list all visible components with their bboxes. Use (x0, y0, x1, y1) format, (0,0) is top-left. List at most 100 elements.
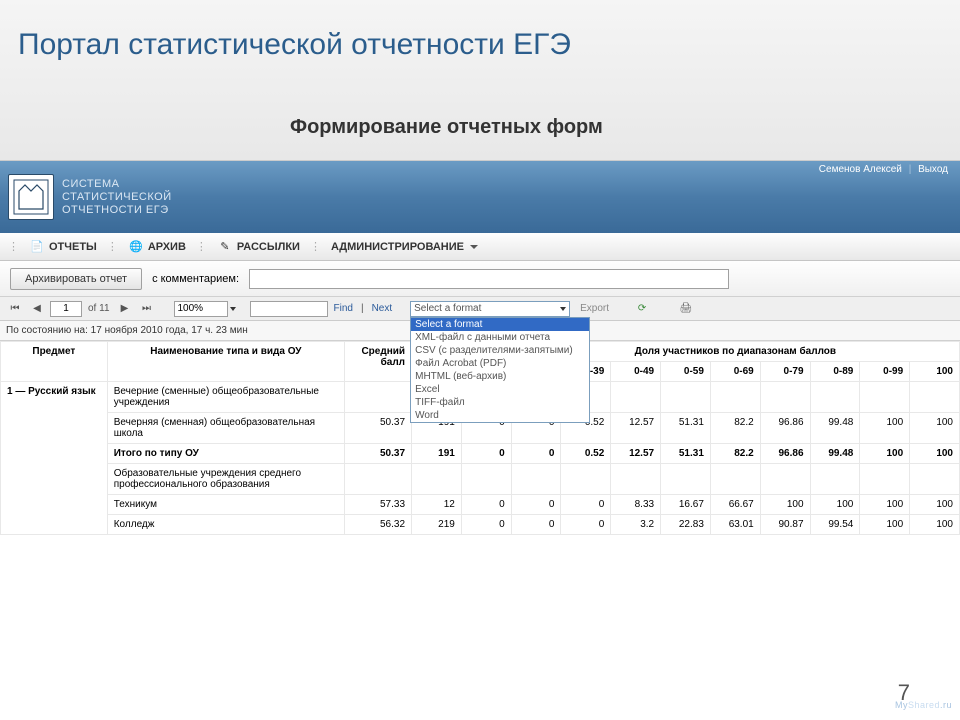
cell-value: 50.37 (344, 444, 411, 464)
cell-value: 12 (412, 495, 462, 515)
cell-value: 0 (511, 495, 561, 515)
find-input[interactable] (250, 301, 328, 317)
table-row: Образовательные учреждения среднего проф… (1, 464, 960, 495)
cell-value: 100 (860, 495, 910, 515)
cell-value: 16.67 (661, 495, 711, 515)
cell-value: 0 (461, 515, 511, 535)
chevron-down-icon[interactable] (230, 307, 236, 311)
cell-value: 0 (561, 495, 611, 515)
cell-value: 100 (810, 495, 860, 515)
chevron-down-icon (470, 245, 478, 249)
cell-value (910, 464, 960, 495)
menu-archive[interactable]: 🌐 АРХИВ (122, 237, 192, 257)
cell-subject: 1 — Русский язык (1, 382, 108, 535)
next-link[interactable]: Next (372, 303, 393, 314)
page-of-label: of 11 (88, 303, 110, 314)
cell-value: 99.54 (810, 515, 860, 535)
cell-value: 63.01 (710, 515, 760, 535)
slide-subtitle: Формирование отчетных форм (290, 116, 603, 139)
cell-value (344, 464, 411, 495)
format-select[interactable]: Select a format (410, 301, 570, 317)
cell-value: 100 (910, 515, 960, 535)
format-option[interactable]: Word (411, 409, 589, 422)
cell-value (611, 464, 661, 495)
cell-value: 0.52 (561, 444, 611, 464)
cell-value: 12.57 (611, 413, 661, 444)
chevron-down-icon (560, 307, 566, 311)
cell-value: 8.33 (611, 495, 661, 515)
menu-mailings[interactable]: ✎ РАССЫЛКИ (211, 237, 306, 257)
next-page-button[interactable]: ▶ (116, 300, 134, 318)
th-range: 100 (910, 362, 960, 382)
format-option[interactable]: TIFF-файл (411, 396, 589, 409)
menubar: ⋮ 📄 ОТЧЕТЫ ⋮ 🌐 АРХИВ ⋮ ✎ РАССЫЛКИ ⋮ АДМИ… (0, 233, 960, 261)
cell-name: Итого по типу ОУ (107, 444, 344, 464)
cell-value (611, 382, 661, 413)
format-option[interactable]: MHTML (веб-архив) (411, 370, 589, 383)
comment-input[interactable] (249, 269, 729, 289)
cell-value: 51.31 (661, 413, 711, 444)
print-icon[interactable]: 🖨 (677, 300, 695, 318)
archive-report-button[interactable]: Архивировать отчет (10, 268, 142, 290)
th-range: 0-79 (760, 362, 810, 382)
cell-value: 0 (461, 495, 511, 515)
cell-value: 56.32 (344, 515, 411, 535)
cell-value (461, 464, 511, 495)
cell-value: 219 (412, 515, 462, 535)
cell-value: 0 (561, 515, 611, 535)
comment-label: с комментарием: (152, 273, 239, 285)
cell-value: 0 (461, 444, 511, 464)
page-input[interactable] (50, 301, 82, 317)
app-window: СИСТЕМА СТАТИСТИЧЕСКОЙ ОТЧЕТНОСТИ ЕГЭ Се… (0, 160, 960, 670)
cell-value: 100 (910, 413, 960, 444)
last-page-button[interactable]: ⏭ (138, 300, 156, 318)
cell-value (860, 382, 910, 413)
action-bar: Архивировать отчет с комментарием: (0, 261, 960, 297)
export-link[interactable]: Export (580, 303, 609, 314)
format-option[interactable]: Select a format (411, 318, 589, 331)
user-name: Семенов Алексей (819, 164, 902, 175)
find-link[interactable]: Find (334, 303, 353, 314)
app-title: СИСТЕМА СТАТИСТИЧЕСКОЙ ОТЧЕТНОСТИ ЕГЭ (62, 178, 172, 217)
user-info: Семенов Алексей | Выход (819, 164, 948, 175)
cell-value: 96.86 (760, 444, 810, 464)
cell-value (661, 464, 711, 495)
cell-value (344, 382, 411, 413)
cell-value (561, 464, 611, 495)
first-page-button[interactable]: ⏮ (6, 300, 24, 318)
cell-value: 90.87 (760, 515, 810, 535)
cell-value: 3.2 (611, 515, 661, 535)
th-range: 0-49 (611, 362, 661, 382)
th-subject: Предмет (1, 342, 108, 382)
cell-value: 0 (511, 444, 561, 464)
refresh-icon[interactable]: ⟳ (633, 300, 651, 318)
menu-reports[interactable]: 📄 ОТЧЕТЫ (23, 237, 103, 257)
cell-value: 22.83 (661, 515, 711, 535)
menu-admin[interactable]: АДМИНИСТРИРОВАНИЕ (325, 239, 484, 255)
prev-page-button[interactable]: ◀ (28, 300, 46, 318)
table-row: Итого по типу ОУ50.37191000.5212.5751.31… (1, 444, 960, 464)
cell-value (810, 382, 860, 413)
cell-value: 100 (860, 515, 910, 535)
pencil-icon: ✎ (217, 239, 233, 255)
cell-value: 100 (860, 444, 910, 464)
cell-value (511, 464, 561, 495)
app-header: СИСТЕМА СТАТИСТИЧЕСКОЙ ОТЧЕТНОСТИ ЕГЭ Се… (0, 161, 960, 233)
format-option[interactable]: CSV (с разделителями-запятыми) (411, 344, 589, 357)
format-option[interactable]: Excel (411, 383, 589, 396)
cell-value: 12.57 (611, 444, 661, 464)
cell-value: 57.33 (344, 495, 411, 515)
cell-value: 191 (412, 444, 462, 464)
cell-name: Колледж (107, 515, 344, 535)
cell-value: 100 (910, 444, 960, 464)
logout-link[interactable]: Выход (918, 164, 948, 175)
cell-value: 99.48 (810, 413, 860, 444)
format-option[interactable]: XML-файл с данными отчета (411, 331, 589, 344)
th-name: Наименование типа и вида ОУ (107, 342, 344, 382)
slide-title: Портал статистической отчетности ЕГЭ (18, 28, 571, 62)
th-range: 0-99 (860, 362, 910, 382)
zoom-input[interactable] (174, 301, 228, 317)
cell-value (661, 382, 711, 413)
format-option[interactable]: Файл Acrobat (PDF) (411, 357, 589, 370)
th-range: 0-89 (810, 362, 860, 382)
